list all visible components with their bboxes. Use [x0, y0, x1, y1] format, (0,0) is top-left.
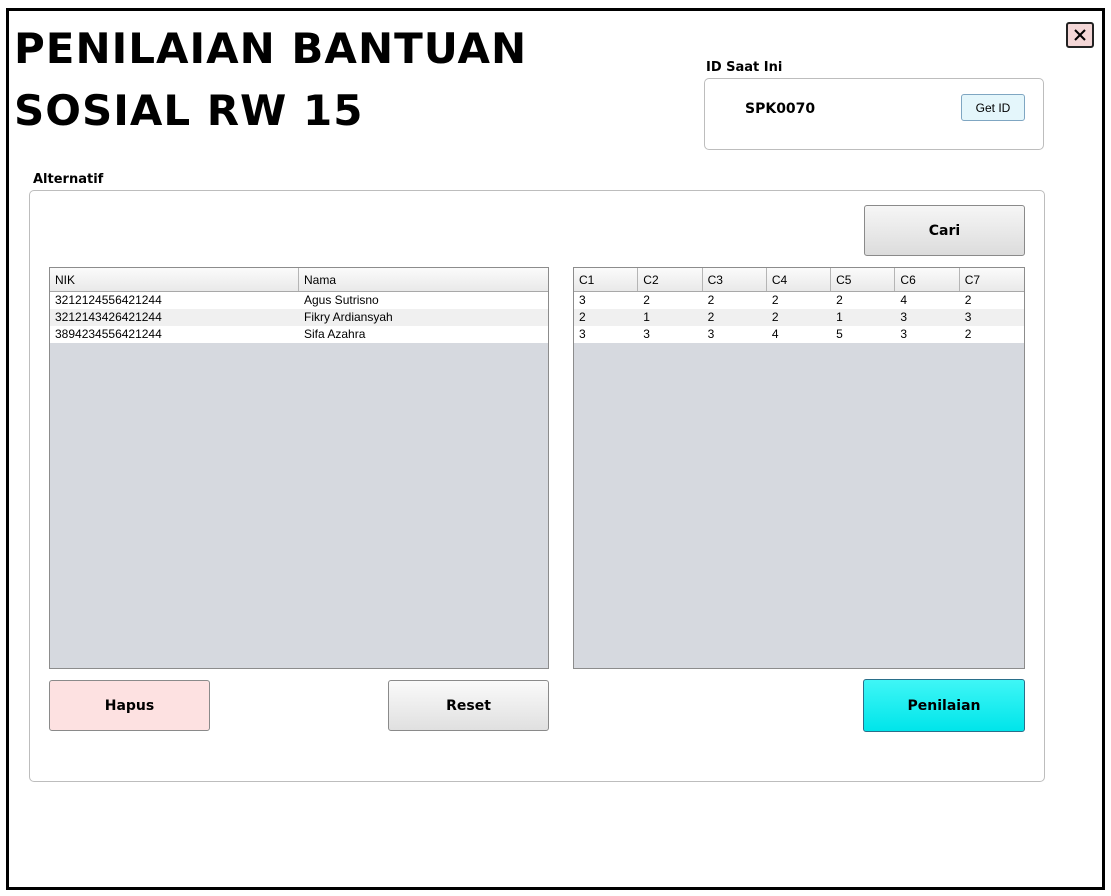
cell-nik: 3894234556421244 [55, 327, 162, 341]
cell-c6: 3 [900, 327, 908, 341]
table-row[interactable]: 3894234556421244 Sifa Azahra [50, 326, 548, 343]
cell-c7: 2 [964, 293, 972, 307]
cell-c4: 2 [771, 310, 779, 324]
id-section-label: ID Saat Ini [706, 60, 783, 75]
cell-c4: 2 [771, 293, 779, 307]
cell-c1: 3 [579, 293, 586, 307]
cell-c2: 1 [643, 310, 650, 324]
cell-c3: 3 [707, 327, 715, 341]
table-row[interactable]: 3 2 2 2 2 4 2 [574, 292, 1024, 309]
column-header-nama[interactable]: Nama [299, 268, 548, 291]
cell-c5: 1 [836, 310, 843, 324]
cell-c5: 2 [836, 293, 843, 307]
alternatif-table[interactable]: NIK Nama 3212124556421244 Agus Sutrisno 32… [49, 267, 549, 669]
table-header: C1 C2 C3 C4 C5 C6 C7 [574, 268, 1024, 292]
title-line-1: PENILAIAN BANTUAN [14, 24, 528, 73]
alternatif-label: Alternatif [33, 172, 104, 187]
close-icon [1074, 29, 1086, 41]
cell-c2: 3 [643, 327, 650, 341]
cell-nama: Sifa Azahra [304, 327, 366, 341]
cell-c4: 4 [771, 327, 779, 341]
cell-c1: 3 [579, 327, 586, 341]
cell-c5: 5 [836, 327, 843, 341]
hapus-button[interactable]: Hapus [49, 680, 210, 731]
cell-c6: 4 [900, 293, 908, 307]
get-id-button[interactable]: Get ID [961, 94, 1025, 121]
penilaian-button[interactable]: Penilaian [863, 679, 1025, 732]
cell-c3: 2 [707, 310, 715, 324]
table-row[interactable]: 3212143426421244 Fikry Ardiansyah [50, 309, 548, 326]
cell-c2: 2 [643, 293, 650, 307]
cell-c1: 2 [579, 310, 586, 324]
column-header-c6[interactable]: C6 [895, 268, 960, 291]
table-body: 3212124556421244 Agus Sutrisno 32121434264… [50, 292, 548, 343]
cell-nama: Agus Sutrisno [304, 293, 379, 307]
cell-c6: 3 [900, 310, 908, 324]
title-line-2: SOSIAL RW 15 [14, 86, 364, 135]
page-title: PENILAIAN BANTUAN SOSIAL RW 15 [14, 18, 527, 142]
cell-c7: 3 [964, 310, 972, 324]
current-id-value: SPK0070 [745, 101, 816, 117]
table-row[interactable]: 3212124556421244 Agus Sutrisno [50, 292, 548, 309]
cell-c7: 2 [964, 327, 972, 341]
column-header-c3[interactable]: C3 [703, 268, 767, 291]
close-button[interactable] [1066, 22, 1094, 48]
column-header-c7[interactable]: C7 [960, 268, 1024, 291]
table-body: 3 2 2 2 2 4 2 2 1 2 2 1 3 3 3 3 3 4 5 3 2 [574, 292, 1024, 343]
table-row[interactable]: 2 1 2 2 1 3 3 [574, 309, 1024, 326]
table-row[interactable]: 3 3 3 4 5 3 2 [574, 326, 1024, 343]
cari-button[interactable]: Cari [864, 205, 1025, 256]
cell-nik: 3212124556421244 [55, 293, 162, 307]
cell-nama: Fikry Ardiansyah [304, 310, 393, 324]
cell-nik: 3212143426421244 [55, 310, 162, 324]
table-header: NIK Nama [50, 268, 548, 292]
cell-c3: 2 [707, 293, 715, 307]
column-header-c2[interactable]: C2 [638, 268, 703, 291]
kriteria-table[interactable]: C1 C2 C3 C4 C5 C6 C7 3 2 2 2 2 4 2 2 1 2 2 1 3 3 3 3 3 4 5 3 2 [573, 267, 1025, 669]
reset-button[interactable]: Reset [388, 680, 549, 731]
column-header-nik[interactable]: NIK [50, 268, 299, 291]
column-header-c4[interactable]: C4 [767, 268, 832, 291]
column-header-c5[interactable]: C5 [831, 268, 896, 291]
id-section-box: SPK0070 Get ID [704, 78, 1044, 150]
column-header-c1[interactable]: C1 [574, 268, 639, 291]
